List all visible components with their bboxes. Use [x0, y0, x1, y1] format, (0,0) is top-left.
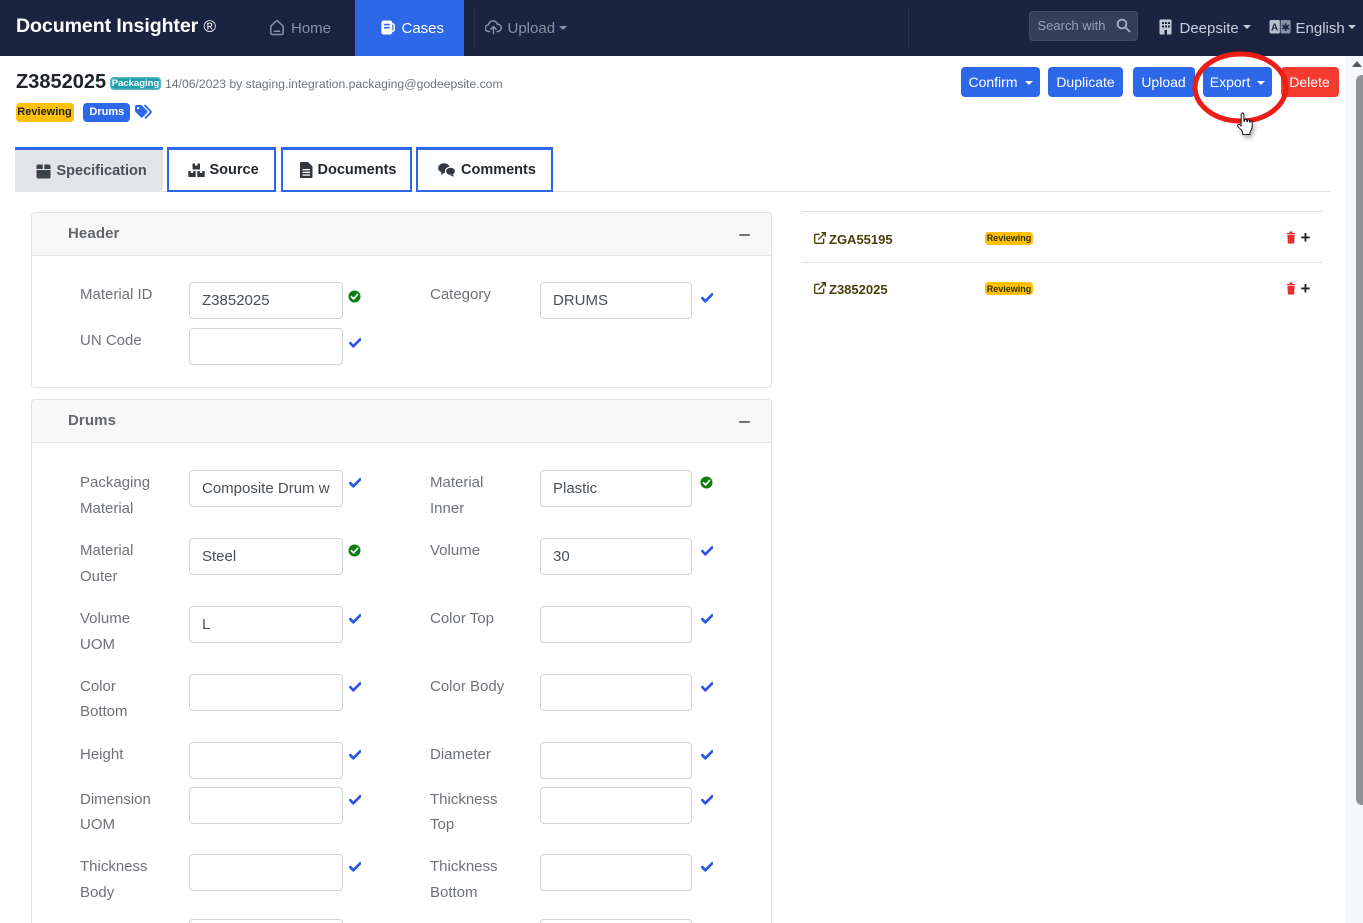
svg-text:✱: ✱: [1281, 22, 1290, 34]
svg-text:A: A: [1270, 23, 1277, 34]
